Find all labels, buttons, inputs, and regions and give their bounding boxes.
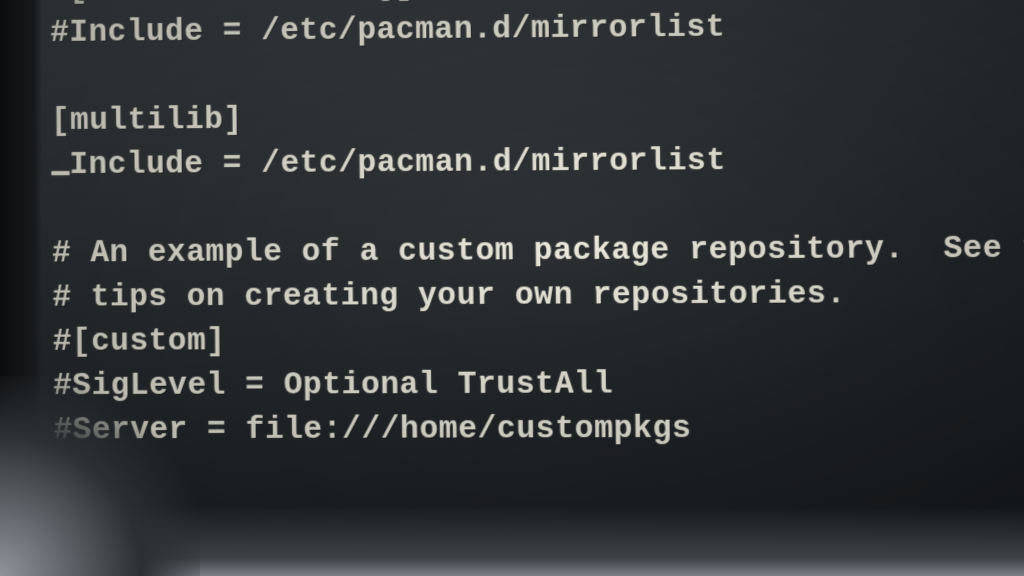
config-line-with-cursor: Include = /etc/pacman.d/mirrorlist [51, 137, 1024, 188]
text-cursor [51, 171, 69, 175]
config-comment-line: # An example of a custom package reposit… [52, 227, 1024, 277]
config-comment-line: # tips on creating your own repositories… [52, 272, 1024, 321]
config-comment-line: #[custom] [53, 316, 1024, 365]
config-blank-line [51, 47, 1024, 100]
config-blank-line [52, 182, 1024, 233]
config-section-multilib: [multilib] [51, 92, 1024, 144]
config-line-text: Include = /etc/pacman.d/mirrorlist [69, 144, 726, 183]
monitor-bezel-corner [0, 376, 200, 576]
